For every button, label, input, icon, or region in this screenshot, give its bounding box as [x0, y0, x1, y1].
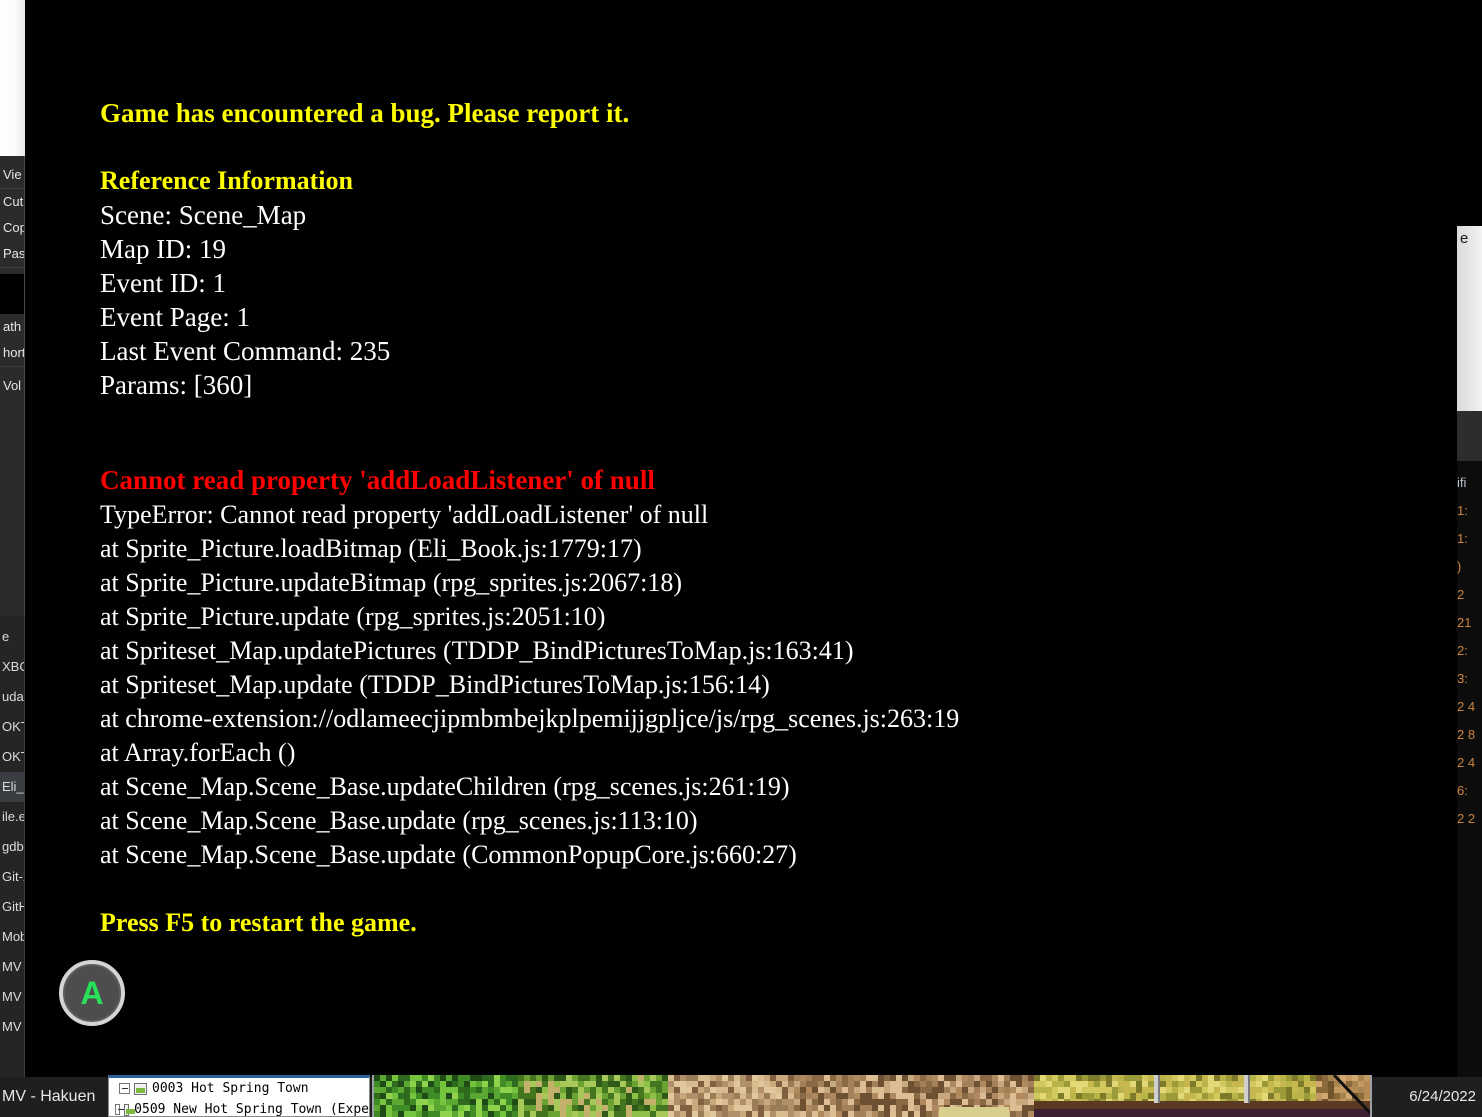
console-log-line: 2:: [1457, 643, 1468, 658]
console-log-line: 2 4: [1457, 755, 1476, 770]
context-menu-item-path[interactable]: ath: [0, 314, 24, 340]
context-menu-item-copy[interactable]: Copy: [0, 215, 24, 241]
reference-map-id: Map ID: 19: [100, 234, 226, 264]
reference-event-id: Event ID: 1: [100, 268, 226, 298]
file-list-item[interactable]: e: [0, 622, 24, 652]
file-list-item[interactable]: ile.e: [0, 802, 24, 832]
stack-trace-line: TypeError: Cannot read property 'addLoad…: [100, 500, 709, 529]
game-window: Game has encountered a bug. Please repor…: [25, 0, 1457, 1080]
stack-trace-line: at Sprite_Picture.updateBitmap (rpg_spri…: [100, 568, 683, 597]
touch-ui-a-button-label: A: [80, 974, 104, 1011]
console-log-line: 2 4: [1457, 699, 1476, 714]
file-list-item-selected[interactable]: Eli_B: [0, 772, 24, 802]
console-log-line: 2 2: [1457, 811, 1476, 826]
console-log-line: ): [1457, 559, 1462, 574]
file-list-item[interactable]: MV: [0, 982, 24, 1012]
reference-event-page: Event Page: 1: [100, 302, 250, 332]
console-log-line: 21: [1457, 615, 1472, 630]
stack-trace-line: at Scene_Map.Scene_Base.update (CommonPo…: [100, 840, 797, 869]
context-menu-item-cut[interactable]: Cut: [0, 189, 24, 215]
taskbar-active-window[interactable]: MV - Hakuen: [0, 1077, 105, 1117]
stack-trace-line: at Sprite_Picture.update (rpg_sprites.js…: [100, 602, 606, 631]
map-tree-panel[interactable]: 0003 Hot Spring Town 0509 New Hot Spring…: [108, 1075, 370, 1117]
stack-trace-line: at chrome-extension://odlameecjipmbmbejk…: [100, 704, 960, 733]
expand-collapse-icon[interactable]: [119, 1083, 130, 1094]
console-log-line: 2 8: [1457, 727, 1476, 742]
error-title: Game has encountered a bug. Please repor…: [100, 98, 630, 128]
stack-trace-line: at Spriteset_Map.updatePictures (TDDP_Bi…: [100, 636, 854, 665]
file-explorer-list[interactable]: e XBO uda OKTo OKTo Eli_B ile.e gdb Git-…: [0, 616, 25, 1080]
file-list-item[interactable]: OKTo: [0, 712, 24, 742]
expand-collapse-icon[interactable]: [115, 1104, 124, 1115]
tileset-canvas: [374, 1075, 1370, 1117]
context-menu-group: Cut Copy Paste: [0, 189, 24, 268]
map-tree-row[interactable]: 0509 New Hot Spring Town (Expe: [109, 1099, 369, 1117]
stack-trace-line: at Scene_Map.Scene_Base.update (rpg_scen…: [100, 806, 698, 835]
file-list-item[interactable]: XBO: [0, 652, 24, 682]
context-menu-item-paste[interactable]: Paste: [0, 241, 24, 267]
file-list-item[interactable]: MV: [0, 1012, 24, 1042]
console-log-line: 2: [1457, 587, 1465, 602]
map-icon: [134, 1082, 147, 1095]
touch-ui-a-button[interactable]: A: [59, 960, 125, 1026]
file-list-item[interactable]: GitH: [0, 892, 24, 922]
right-panel-divider: [1455, 411, 1482, 461]
reference-last-event-command: Last Event Command: 235: [100, 336, 391, 366]
right-side-panel[interactable]: e: [1455, 226, 1482, 411]
console-log-line: 1:: [1457, 531, 1468, 546]
file-list-item[interactable]: uda: [0, 682, 24, 712]
file-list-item[interactable]: MV: [0, 952, 24, 982]
reference-scene: Scene: Scene_Map: [100, 200, 307, 230]
map-tree-label: 0509 New Hot Spring Town (Expe: [134, 1102, 369, 1117]
console-log-line: ifi: [1457, 475, 1467, 490]
context-menu-item-volume[interactable]: Vol: [0, 373, 24, 399]
map-tree-row[interactable]: 0003 Hot Spring Town: [109, 1078, 369, 1099]
context-menu-item-view[interactable]: Vie: [0, 162, 24, 188]
stack-trace-line: at Sprite_Picture.loadBitmap (Eli_Book.j…: [100, 534, 642, 563]
error-report-panel: Game has encountered a bug. Please repor…: [100, 96, 1360, 940]
context-menu[interactable]: Vie Cut Copy Paste ath hort Vol: [0, 156, 25, 616]
file-list-item[interactable]: OKTo: [0, 742, 24, 772]
stack-trace-line: at Scene_Map.Scene_Base.updateChildren (…: [100, 772, 790, 801]
tileset-preview-strip[interactable]: [372, 1075, 1372, 1117]
map-icon: [123, 1103, 136, 1116]
background-white-panel: [0, 0, 25, 156]
error-headline: Cannot read property 'addLoadListener' o…: [100, 465, 655, 495]
context-menu-group: ath hort: [0, 314, 24, 367]
taskbar-clock-date[interactable]: 6/24/2022: [1409, 1077, 1476, 1117]
reference-params: Params: [360]: [100, 370, 253, 400]
context-menu-dark-block: [0, 274, 24, 314]
reference-information-heading: Reference Information: [100, 166, 353, 195]
file-list-item[interactable]: Git-2: [0, 862, 24, 892]
map-tree-label: 0003 Hot Spring Town: [152, 1081, 309, 1096]
right-console-log[interactable]: ifi 1: 1: ) 2 21 2: 3: 2 4 2 8 2 4 6: 2 …: [1455, 461, 1482, 1080]
taskbar[interactable]: MV - Hakuen 0003 Hot Spring Town 0509 Ne…: [0, 1075, 1482, 1117]
context-menu-group: Vie: [0, 156, 24, 189]
file-list-item[interactable]: gdb: [0, 832, 24, 862]
right-panel-label: e: [1460, 230, 1469, 247]
console-log-line: 1:: [1457, 503, 1468, 518]
context-menu-item-shortcut[interactable]: hort: [0, 340, 24, 366]
restart-hint: Press F5 to restart the game.: [100, 908, 417, 937]
stack-trace-line: at Array.forEach (): [100, 738, 296, 767]
stack-trace-line: at Spriteset_Map.update (TDDP_BindPictur…: [100, 670, 770, 699]
file-list-item[interactable]: Mob: [0, 922, 24, 952]
console-log-line: 3:: [1457, 671, 1468, 686]
console-log-line: 6:: [1457, 783, 1468, 798]
